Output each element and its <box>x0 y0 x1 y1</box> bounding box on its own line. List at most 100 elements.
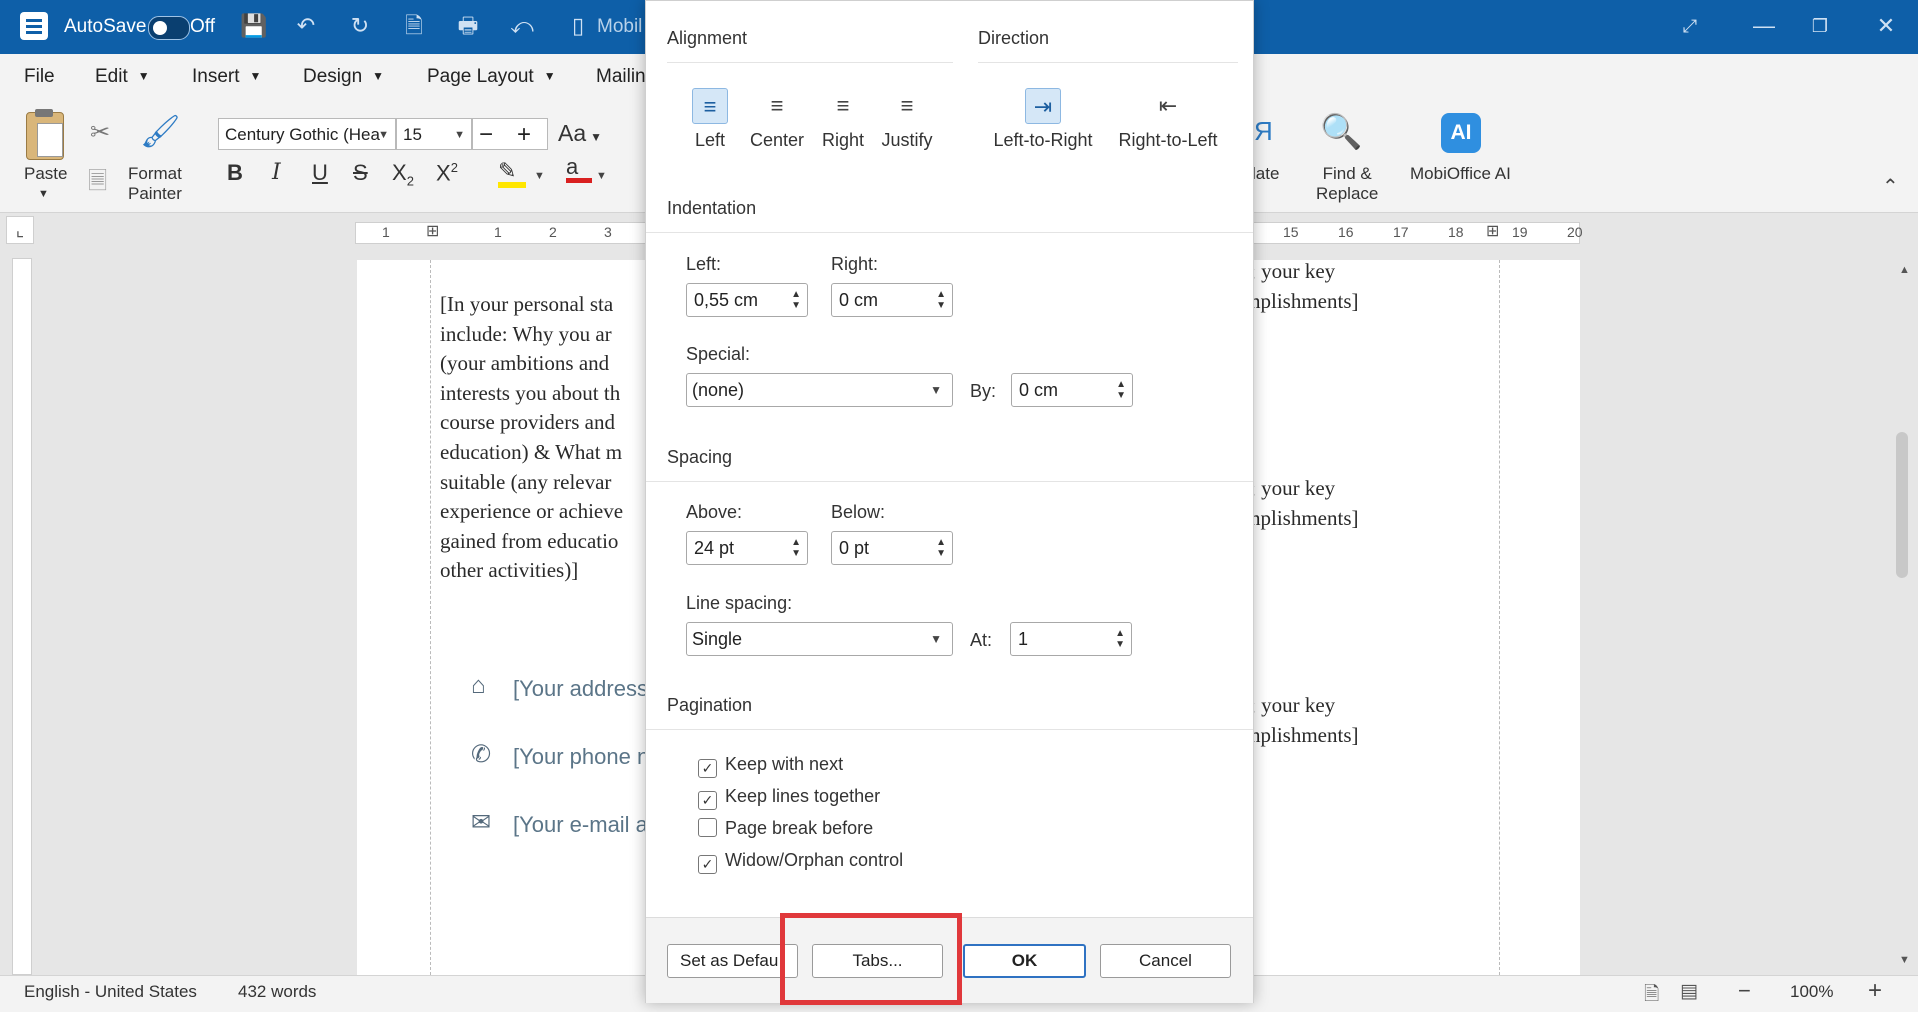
undo-icon[interactable]: ↶ <box>294 14 318 38</box>
contact-address[interactable]: [Your address <box>513 676 648 702</box>
direction-ltr-button[interactable]: ⇥ Left-to-Right <box>987 88 1099 151</box>
cut-icon[interactable]: ✂ <box>90 118 110 147</box>
mobioffice-ai-icon[interactable]: AI <box>1441 113 1481 153</box>
format-painter-icon[interactable]: 🖌 <box>140 112 181 150</box>
scroll-down-icon[interactable]: ▼ <box>1899 954 1910 966</box>
right-text-block[interactable]: ; your key nplishments] <box>1250 474 1359 533</box>
line-spacing-at-input[interactable]: 1 ▲ ▼ <box>1010 622 1132 656</box>
collapse-ribbon-icon[interactable]: ⌃ <box>1882 174 1899 199</box>
copy-icon[interactable]: 🗏 <box>88 164 107 205</box>
special-indent-select[interactable]: (none) ▼ <box>686 373 953 407</box>
contact-email[interactable]: [Your e-mail a <box>513 812 648 838</box>
indent-marker-icon[interactable]: ⊞ <box>1486 221 1499 241</box>
share-icon[interactable]: ⤺ <box>510 14 534 38</box>
chevron-down-icon: ▼ <box>590 130 603 144</box>
print-icon[interactable]: 🖶 <box>456 14 480 38</box>
underline-icon[interactable]: U <box>312 160 328 186</box>
paragraph-dialog: Alignment Direction ≡ Left ≡ Center ≡ Right… <box>645 0 1254 1003</box>
line-spacing-select[interactable]: Single ▼ <box>686 622 953 656</box>
menu-design[interactable]: Design ▼ <box>303 66 384 88</box>
chevron-down-icon[interactable]: ▼ <box>38 184 49 204</box>
ruler-mark: 1 <box>382 224 390 240</box>
ok-button[interactable]: OK <box>963 944 1086 978</box>
strikethrough-icon[interactable]: S <box>353 160 368 186</box>
web-layout-icon[interactable]: ▤ <box>1680 980 1698 1003</box>
autosave-toggle[interactable] <box>148 16 190 40</box>
align-left-button[interactable]: ≡ Left <box>680 88 740 151</box>
set-as-default-button[interactable]: Set as Defau <box>667 944 798 978</box>
font-color-icon[interactable]: a <box>566 154 592 183</box>
format-painter-button[interactable]: Format Painter <box>128 164 182 204</box>
indent-marker-icon[interactable]: ⊞ <box>426 221 439 241</box>
line-spacing-label: Line spacing: <box>686 593 793 613</box>
mobile-view-icon[interactable]: ▯ <box>566 14 590 38</box>
align-right-button[interactable]: ≡ Right <box>813 88 873 151</box>
right-text-block[interactable]: ; your key nplishments] <box>1250 691 1359 750</box>
subscript-icon[interactable]: X2 <box>392 160 414 188</box>
chevron-down-icon: ▼ <box>543 69 556 83</box>
redo-icon[interactable]: ↻ <box>348 14 372 38</box>
minimize-icon[interactable]: — <box>1752 14 1776 38</box>
mobioffice-ai-button[interactable]: MobiOffice AI <box>1410 164 1511 184</box>
right-indent-input[interactable]: 0 cm ▲ ▼ <box>831 283 953 317</box>
font-size-stepper[interactable]: − + <box>472 118 548 150</box>
spacing-below-input[interactable]: 0 pt ▲ ▼ <box>831 531 953 565</box>
decrease-size-icon[interactable]: − <box>479 121 493 148</box>
superscript-icon[interactable]: X2 <box>436 160 458 186</box>
left-indent-input[interactable]: 0,55 cm ▲ ▼ <box>686 283 808 317</box>
language-indicator[interactable]: English - United States <box>24 982 197 1002</box>
vertical-scrollbar[interactable]: ▲ ▼ <box>1892 258 1916 975</box>
close-icon[interactable]: ✕ <box>1874 14 1898 38</box>
keep-lines-together-checkbox[interactable]: ✓ Keep lines together <box>698 786 880 810</box>
bold-icon[interactable]: B <box>227 160 243 186</box>
translate-icon[interactable]: Я <box>1254 116 1273 147</box>
increase-size-icon[interactable]: + <box>517 121 531 148</box>
text-line: nplishments] <box>1250 288 1359 313</box>
paste-button[interactable]: Paste <box>24 164 67 184</box>
zoom-level[interactable]: 100% <box>1790 982 1833 1002</box>
font-name-select[interactable]: Century Gothic (Hea ▼ <box>218 118 396 150</box>
chevron-down-icon[interactable]: ▼ <box>596 170 607 182</box>
highlight-color-icon[interactable]: ✎ <box>498 158 526 188</box>
menu-file[interactable]: File <box>24 66 55 88</box>
align-center-button[interactable]: ≡ Center <box>747 88 807 151</box>
keep-with-next-checkbox[interactable]: ✓ Keep with next <box>698 754 843 778</box>
menu-mailings[interactable]: Mailin <box>596 66 646 88</box>
new-document-icon[interactable]: 🗎 <box>402 14 426 38</box>
align-justify-button[interactable]: ≡ Justify <box>877 88 937 151</box>
chevron-down-icon[interactable]: ▼ <box>534 170 545 182</box>
menu-edit[interactable]: Edit ▼ <box>95 66 150 88</box>
menu-insert[interactable]: Insert ▼ <box>192 66 261 88</box>
zoom-in-icon[interactable]: + <box>1868 977 1882 1005</box>
scroll-up-icon[interactable]: ▲ <box>1899 264 1910 276</box>
align-right-icon: ≡ <box>836 93 850 118</box>
page-break-before-checkbox[interactable]: Page break before <box>698 818 873 839</box>
italic-icon[interactable]: I <box>272 160 281 185</box>
print-layout-icon[interactable]: 🗎 <box>1644 980 1659 1012</box>
find-replace-button[interactable]: Find & Replace <box>1316 164 1378 204</box>
document-body-text[interactable]: [In your personal sta include: Why you a… <box>440 290 623 586</box>
widow-orphan-checkbox[interactable]: ✓ Widow/Orphan control <box>698 850 903 874</box>
translate-button[interactable]: late <box>1252 164 1279 184</box>
font-size-select[interactable]: 15 ▼ <box>396 118 472 150</box>
scrollbar-thumb[interactable] <box>1896 432 1908 578</box>
restore-icon[interactable]: ❐ <box>1808 14 1832 38</box>
special-by-input[interactable]: 0 cm ▲ ▼ <box>1011 373 1133 407</box>
cancel-button[interactable]: Cancel <box>1100 944 1231 978</box>
word-count[interactable]: 432 words <box>238 982 316 1002</box>
contact-phone[interactable]: [Your phone n <box>513 744 649 770</box>
fullscreen-icon[interactable]: ⤢ <box>1678 14 1702 38</box>
change-case-button[interactable]: Aa ▼ <box>558 120 602 147</box>
tab-stop-selector-icon[interactable]: ⌞ <box>6 216 34 244</box>
save-icon[interactable]: 💾 <box>240 14 267 38</box>
spacing-above-input[interactable]: 24 pt ▲ ▼ <box>686 531 808 565</box>
right-text-block[interactable]: ; your key nplishments] <box>1250 257 1359 316</box>
vertical-ruler[interactable] <box>12 258 32 975</box>
left-to-right-icon: ⇥ <box>1025 88 1061 124</box>
paste-icon[interactable] <box>26 109 64 160</box>
app-menu-icon[interactable] <box>20 12 48 40</box>
menu-page-layout[interactable]: Page Layout ▼ <box>427 66 556 88</box>
find-replace-icon[interactable]: 🔍 <box>1320 112 1362 152</box>
direction-rtl-button[interactable]: ⇤ Right-to-Left <box>1108 88 1228 151</box>
zoom-out-icon[interactable]: − <box>1738 978 1751 1004</box>
